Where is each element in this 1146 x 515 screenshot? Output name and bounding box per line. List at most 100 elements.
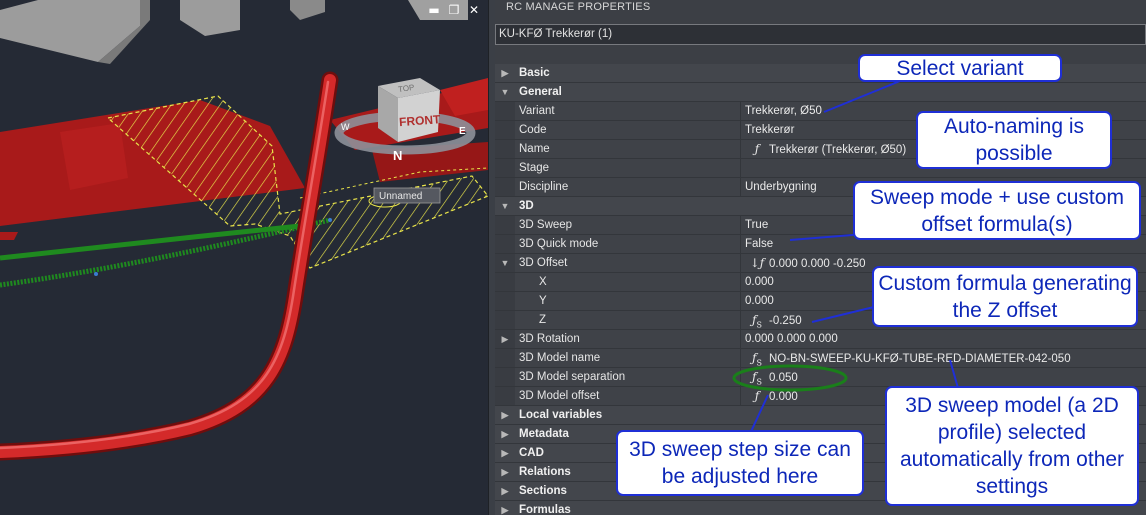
property-value[interactable]: False bbox=[742, 235, 773, 253]
category-label: Sections bbox=[519, 485, 567, 497]
property-value[interactable]: ƒS -0.250 bbox=[742, 311, 802, 329]
property-value[interactable]: Trekkerør, Ø50 bbox=[742, 102, 822, 120]
compass-north: N bbox=[393, 148, 402, 163]
property-value[interactable]: ƒ 0.000 bbox=[742, 387, 798, 405]
property-name: Variant bbox=[519, 105, 555, 117]
row-gutter bbox=[495, 235, 515, 253]
property-value[interactable]: 0.000 0.000 0.000 bbox=[742, 330, 838, 348]
property-name: 3D Model name bbox=[519, 352, 601, 364]
svg-text:Unnamed: Unnamed bbox=[379, 191, 422, 202]
formula-icon[interactable]: ƒ bbox=[745, 140, 769, 158]
property-value[interactable]: True bbox=[742, 216, 768, 234]
formula-icon[interactable]: ƒ bbox=[745, 387, 769, 405]
selection-dropdown[interactable]: KU-KFØ Trekkerør (1) bbox=[495, 24, 1146, 45]
row-gutter bbox=[495, 159, 515, 177]
property-value-text: 0.000 bbox=[769, 391, 798, 403]
category-label: Metadata bbox=[519, 428, 569, 440]
property-value-text: True bbox=[745, 219, 769, 231]
3d-viewport[interactable]: FRONT TOP N W E Unnamed ▬ ❐ ✕ bbox=[0, 0, 488, 515]
property-value-text: Trekkerør, Ø50 bbox=[745, 105, 822, 117]
callout-custom-formula: Custom formula generating the Z offset bbox=[872, 266, 1138, 327]
property-name: Stage bbox=[519, 162, 550, 174]
scene-canvas[interactable]: FRONT TOP N W E Unnamed bbox=[0, 0, 488, 515]
row-gutter bbox=[495, 311, 515, 329]
building-block bbox=[180, 0, 240, 36]
minimize-icon[interactable]: ▬ bbox=[426, 2, 442, 18]
property-name: 3D Model offset bbox=[519, 390, 600, 402]
property-value-text: 0.000 0.000 0.000 bbox=[745, 333, 838, 345]
red-surface bbox=[0, 232, 18, 240]
collapse-chevron-icon[interactable]: ▼ bbox=[495, 83, 515, 101]
property-value[interactable]: ƒ Trekkerør (Trekkerør, Ø50) bbox=[742, 140, 906, 158]
expand-chevron-icon[interactable]: ▶ bbox=[502, 334, 509, 344]
category-label: Formulas bbox=[519, 504, 571, 515]
category-label: 3D bbox=[519, 200, 534, 212]
property-value[interactable]: ƒS NO-BN-SWEEP-KU-KFØ-TUBE-RED-DIAMETER-0… bbox=[742, 349, 1071, 367]
property-name: X bbox=[539, 276, 547, 288]
expand-chevron-icon[interactable]: ▶ bbox=[495, 501, 515, 515]
row-gutter bbox=[495, 368, 515, 386]
collapse-chevron-icon[interactable]: ▼ bbox=[501, 258, 510, 268]
property-value[interactable]: Trekkerør bbox=[742, 121, 794, 139]
expand-chevron-icon[interactable]: ▶ bbox=[495, 64, 515, 82]
callout-sweep-model: 3D sweep model (a 2D profile) selected a… bbox=[885, 386, 1139, 506]
property-value-text: 0.050 bbox=[769, 372, 798, 384]
property-value-text: False bbox=[745, 238, 774, 250]
property-value-text: Underbygning bbox=[745, 181, 817, 193]
category-label: General bbox=[519, 86, 562, 98]
property-name: 3D Sweep bbox=[519, 219, 573, 231]
compass-west: W bbox=[341, 122, 350, 132]
property-value[interactable]: 0.000 bbox=[742, 273, 774, 291]
formula-down-icon[interactable]: ↓ƒ bbox=[745, 254, 769, 272]
expand-chevron-icon[interactable]: ▶ bbox=[495, 444, 515, 462]
property-value-text: Trekkerør bbox=[745, 124, 795, 136]
row-gutter bbox=[495, 140, 515, 158]
expand-chevron-icon[interactable]: ▶ bbox=[495, 406, 515, 424]
panel-splitter[interactable] bbox=[488, 0, 495, 515]
row-gutter: ▶ bbox=[495, 330, 515, 348]
expand-chevron-icon[interactable]: ▶ bbox=[495, 482, 515, 500]
property-value-text: NO-BN-SWEEP-KU-KFØ-TUBE-RED-DIAMETER-042… bbox=[769, 353, 1071, 365]
expand-chevron-icon[interactable]: ▶ bbox=[495, 425, 515, 443]
restore-icon[interactable]: ❐ bbox=[446, 2, 462, 18]
property-row-3d-model-name[interactable]: 3D Model name ƒS NO-BN-SWEEP-KU-KFØ-TUBE-R… bbox=[495, 349, 1146, 368]
row-gutter bbox=[495, 349, 515, 367]
row-gutter bbox=[495, 387, 515, 405]
property-name: Code bbox=[519, 124, 547, 136]
property-value-text: Trekkerør (Trekkerør, Ø50) bbox=[769, 144, 907, 156]
category-label: CAD bbox=[519, 447, 544, 459]
expand-chevron-icon[interactable]: ▶ bbox=[495, 463, 515, 481]
row-gutter bbox=[495, 292, 515, 310]
alignment-line bbox=[0, 223, 301, 261]
callout-select-variant: Select variant bbox=[858, 54, 1062, 82]
close-icon[interactable]: ✕ bbox=[466, 2, 482, 18]
property-value[interactable]: ↓ƒ 0.000 0.000 -0.250 bbox=[742, 254, 866, 272]
category-label: Relations bbox=[519, 466, 571, 478]
category-label: Local variables bbox=[519, 409, 603, 421]
red-surface bbox=[60, 123, 128, 190]
property-value-text: 0.000 bbox=[745, 276, 774, 288]
panel-title: RC MANAGE PROPERTIES bbox=[506, 1, 651, 13]
property-name: 3D Quick mode bbox=[519, 238, 599, 250]
compass-east: E bbox=[459, 126, 466, 137]
property-name: Discipline bbox=[519, 181, 569, 193]
viewcube-front-label: FRONT bbox=[399, 112, 442, 129]
property-value[interactable]: 0.000 bbox=[742, 292, 774, 310]
property-value[interactable]: Underbygning bbox=[742, 178, 817, 196]
property-value[interactable]: ƒS 0.050 bbox=[742, 368, 798, 386]
property-value-text: -0.250 bbox=[769, 315, 802, 327]
category-general[interactable]: ▼ General bbox=[495, 83, 1146, 102]
row-gutter bbox=[495, 102, 515, 120]
category-label: Basic bbox=[519, 67, 550, 79]
collapse-chevron-icon[interactable]: ▼ bbox=[495, 197, 515, 215]
property-value-text: 0.000 bbox=[745, 295, 774, 307]
property-value[interactable] bbox=[742, 159, 745, 177]
property-name: Z bbox=[539, 314, 547, 326]
row-gutter bbox=[495, 178, 515, 196]
property-name: 3D Offset bbox=[519, 257, 568, 269]
property-row-3d-model-separation[interactable]: 3D Model separation ƒS 0.050 bbox=[495, 368, 1146, 387]
row-gutter bbox=[495, 273, 515, 291]
property-name: Name bbox=[519, 143, 550, 155]
property-row-3d-rotation[interactable]: ▶ 3D Rotation 0.000 0.000 0.000 bbox=[495, 330, 1146, 349]
property-name: Y bbox=[539, 295, 547, 307]
